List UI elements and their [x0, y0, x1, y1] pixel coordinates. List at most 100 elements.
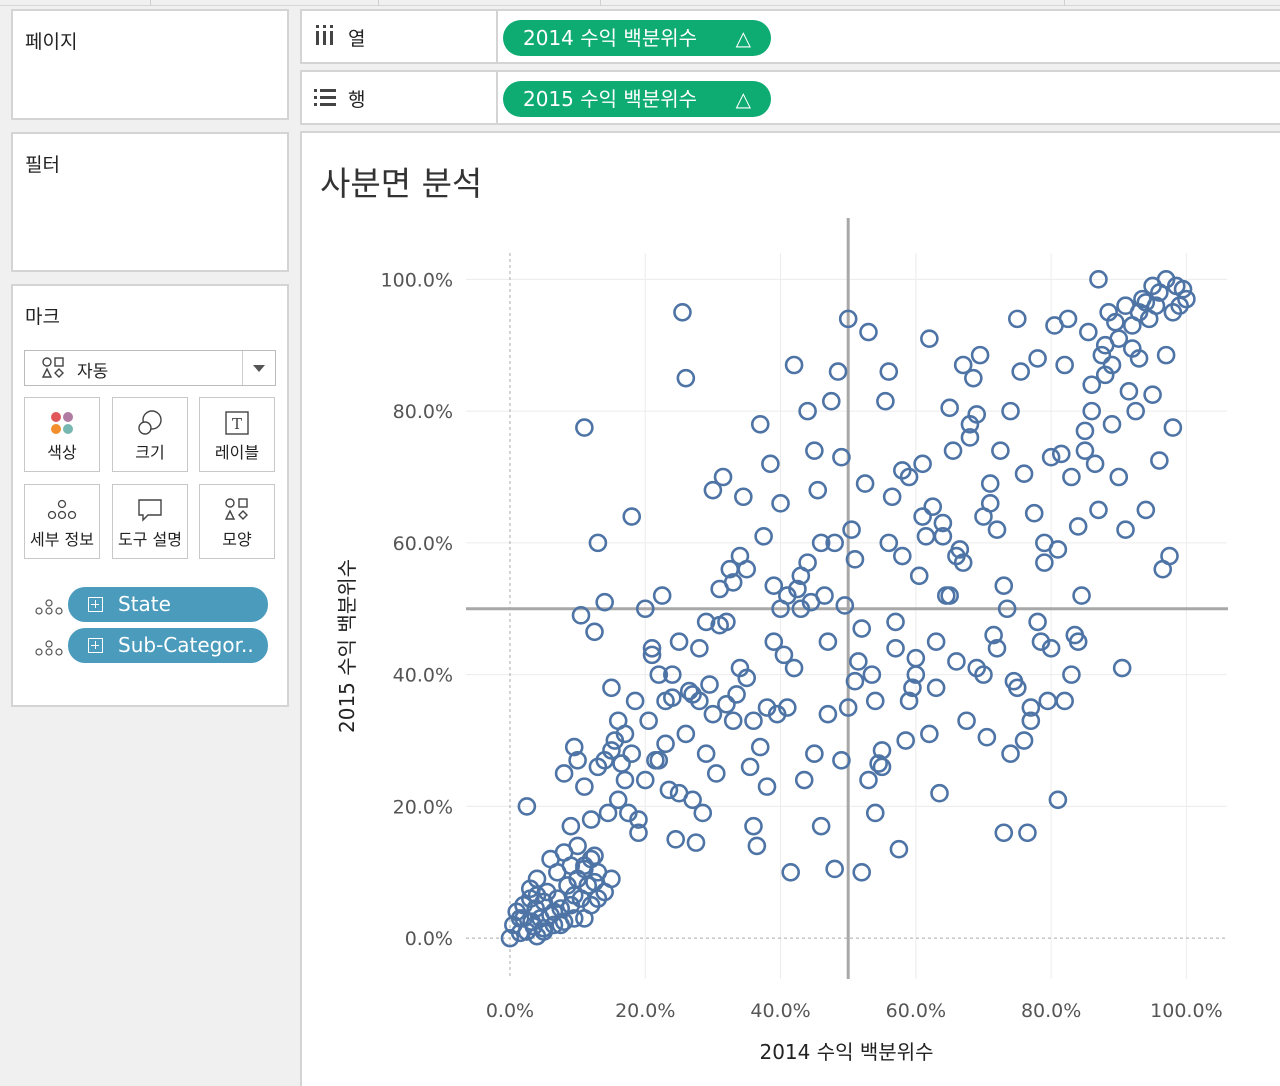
data-point — [561, 816, 581, 836]
x-tick-label: 80.0% — [1021, 1000, 1081, 1022]
shapes-icon — [224, 498, 248, 520]
shape-button[interactable]: 모양 — [199, 484, 275, 559]
data-point — [825, 859, 844, 879]
tooltip-button[interactable]: 도구 설명 — [112, 484, 188, 559]
y-tick-label: 0.0% — [405, 928, 453, 950]
color-button[interactable]: 색상 — [24, 397, 100, 472]
data-point — [1102, 414, 1122, 434]
mark-type-dropdown[interactable]: 자동 — [24, 350, 276, 386]
data-point — [602, 869, 621, 889]
data-point — [1075, 421, 1095, 441]
data-point — [994, 823, 1014, 843]
chevron-down-icon[interactable] — [253, 365, 265, 372]
data-point — [669, 632, 689, 651]
data-point — [652, 586, 672, 605]
data-point — [835, 596, 855, 615]
state-field-pill[interactable]: State — [68, 587, 268, 622]
data-point — [700, 675, 719, 694]
data-point — [943, 441, 963, 460]
expand-plus-icon[interactable] — [88, 638, 103, 653]
svg-text:T: T — [232, 415, 242, 433]
data-point — [1055, 355, 1074, 375]
data-point — [879, 362, 899, 381]
y-tick-label: 20.0% — [393, 796, 453, 818]
data-point — [1072, 586, 1091, 605]
data-point — [568, 836, 587, 856]
color-icon — [51, 412, 73, 434]
data-point — [622, 507, 642, 526]
data-point — [690, 638, 709, 658]
data-point — [1092, 345, 1112, 365]
data-point — [1150, 451, 1169, 470]
columns-field-pill[interactable]: 2014 수익 백분위수 △ — [503, 20, 771, 56]
data-point — [673, 302, 692, 322]
data-point — [859, 770, 878, 790]
x-tick-label: 60.0% — [886, 1000, 946, 1022]
y-tick-label: 40.0% — [393, 665, 453, 687]
subcategory-field-pill[interactable]: Sub-Categor.. — [68, 628, 268, 663]
rows-field-text: 2015 수익 백분위수 — [523, 87, 698, 111]
data-point — [744, 816, 763, 836]
data-point — [876, 391, 895, 411]
rows-label: 행 — [348, 89, 366, 111]
data-point — [889, 839, 909, 859]
shape-label: 모양 — [222, 530, 252, 549]
data-point — [750, 414, 770, 434]
rows-field-pill[interactable]: 2015 수익 백분위수 △ — [503, 81, 771, 117]
data-point — [676, 368, 696, 388]
data-point — [1008, 309, 1027, 329]
data-point — [669, 783, 689, 803]
data-point — [608, 711, 628, 731]
rows-shelf[interactable]: 행 2015 수익 백분위수 △ — [300, 70, 1280, 125]
expand-plus-icon[interactable] — [88, 597, 103, 612]
data-point — [926, 678, 946, 698]
x-axis-title: 2014 수익 백분위수 — [759, 1040, 933, 1064]
filters-card[interactable]: 필터 — [11, 132, 289, 272]
pages-card[interactable]: 페이지 — [11, 9, 289, 120]
data-point — [575, 909, 594, 928]
data-point — [980, 494, 1000, 513]
data-point — [581, 810, 601, 829]
data-point — [1062, 467, 1081, 487]
data-point — [740, 757, 760, 777]
data-point — [923, 497, 943, 516]
data-point — [926, 632, 946, 651]
data-point — [1068, 517, 1088, 536]
rows-icon — [314, 89, 336, 106]
data-point — [703, 704, 723, 724]
data-point — [1089, 500, 1108, 520]
label-button[interactable]: T 레이블 — [199, 397, 275, 472]
detail-button[interactable]: 세부 정보 — [24, 484, 100, 559]
data-point — [1035, 553, 1054, 572]
data-point — [798, 553, 817, 572]
data-point — [980, 474, 1000, 493]
data-point — [710, 579, 729, 599]
data-point — [656, 734, 675, 754]
data-point — [957, 711, 976, 731]
data-point — [886, 638, 905, 658]
columns-shelf[interactable]: 열 2014 수익 백분위수 △ — [300, 9, 1280, 64]
size-button[interactable]: 크기 — [112, 397, 188, 472]
data-point — [852, 862, 872, 882]
size-icon — [138, 410, 162, 435]
data-point — [859, 322, 878, 342]
data-point — [882, 487, 902, 507]
data-point — [811, 816, 831, 836]
filters-title: 필터 — [25, 154, 60, 176]
data-point — [676, 724, 696, 744]
data-point — [1122, 316, 1142, 335]
data-point — [852, 619, 872, 638]
columns-icon — [316, 25, 333, 45]
data-point — [612, 754, 631, 773]
data-point — [805, 441, 824, 460]
data-point — [805, 744, 824, 763]
data-point — [913, 507, 932, 526]
data-point — [855, 474, 875, 493]
subcategory-field-label: Sub-Categor.. — [118, 633, 254, 657]
data-point — [815, 586, 834, 605]
data-point — [1109, 467, 1129, 487]
data-point — [970, 345, 990, 365]
tooltip-label: 도구 설명 — [118, 530, 182, 549]
pages-title: 페이지 — [25, 31, 78, 53]
data-point — [872, 757, 892, 777]
